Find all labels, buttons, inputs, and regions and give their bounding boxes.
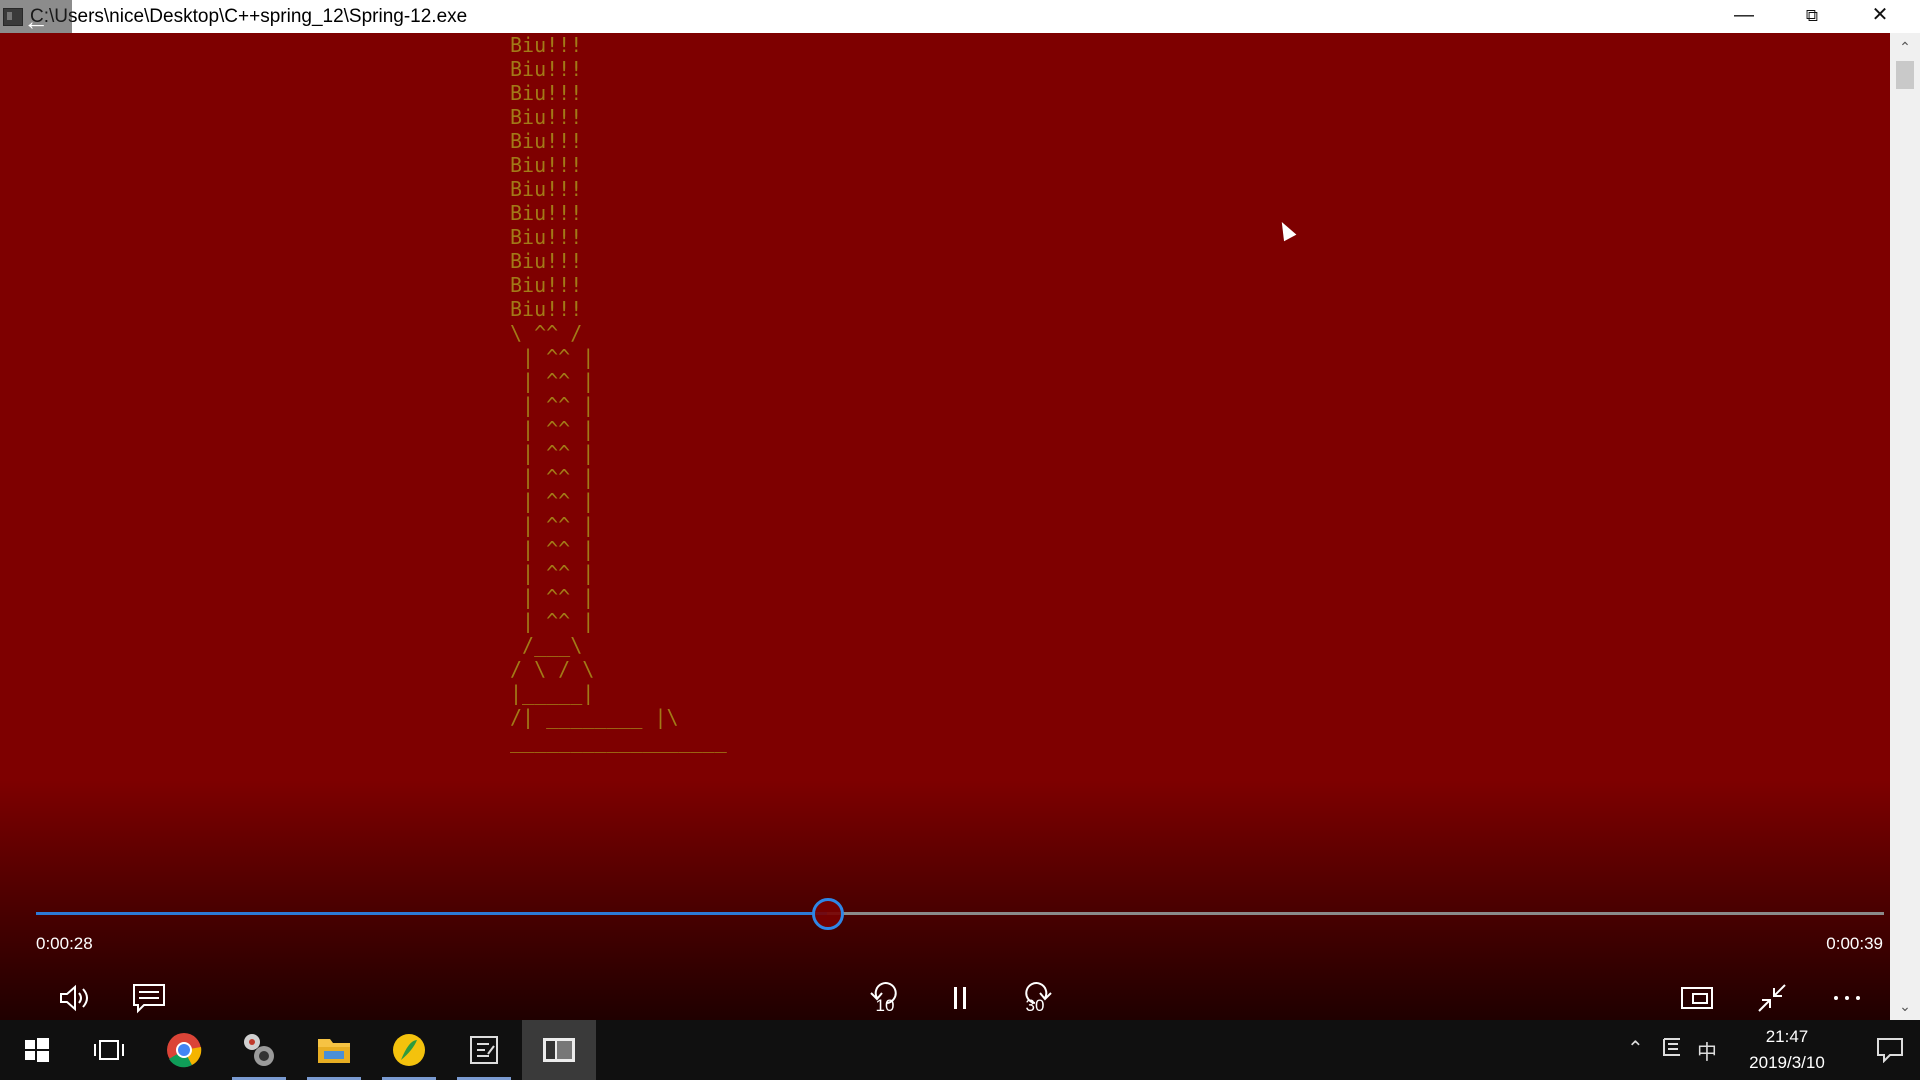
app-icon: [244, 1034, 274, 1066]
app-icon: [470, 1036, 498, 1064]
taskbar-chrome[interactable]: [147, 1020, 221, 1080]
windows-start-icon: [25, 1038, 49, 1062]
subtitles-icon: [133, 984, 165, 1014]
exit-fullscreen-icon: [1758, 984, 1786, 1012]
ime-language-button[interactable]: 中: [1697, 1036, 1717, 1065]
window-title: C:\Users\nice\Desktop\C++spring_12\Sprin…: [30, 6, 468, 27]
chrome-icon: [167, 1033, 202, 1068]
skip-back-button[interactable]: 10: [861, 975, 909, 1021]
elapsed-time: 0:00:28: [36, 934, 93, 953]
window-title-bar: C:\Users\nice\Desktop\C++spring_12\Sprin…: [0, 0, 1920, 34]
minimize-icon: —: [1734, 4, 1754, 26]
restore-icon: ⧉: [1805, 6, 1819, 25]
console-app-icon: [543, 1038, 575, 1062]
pause-icon: [954, 987, 966, 1009]
task-view-button[interactable]: [72, 1020, 146, 1080]
taskbar-app-1[interactable]: [222, 1020, 296, 1080]
close-icon: ✕: [1871, 4, 1889, 26]
pause-button[interactable]: [936, 975, 984, 1021]
app-icon: [393, 1034, 425, 1066]
scroll-up-icon[interactable]: ⌃: [1890, 35, 1920, 59]
close-button[interactable]: ✕: [1846, 0, 1914, 33]
action-center-button[interactable]: [1862, 1020, 1918, 1080]
total-duration: 0:00:39: [1826, 934, 1883, 953]
task-view-icon: [94, 1040, 124, 1060]
taskbar-console-active[interactable]: [522, 1020, 596, 1080]
clock-date: 2019/3/10: [1749, 1053, 1825, 1072]
volume-button[interactable]: [50, 975, 98, 1021]
seek-bar[interactable]: [36, 898, 1884, 930]
keyboard-input-icon: [1663, 1038, 1680, 1056]
exit-fullscreen-button[interactable]: [1747, 975, 1795, 1021]
input-mode-button[interactable]: [1661, 1036, 1683, 1064]
skip-forward-seconds: 30: [1025, 996, 1045, 1015]
scroll-down-icon[interactable]: ⌄: [1890, 994, 1920, 1018]
more-options-icon: [1834, 996, 1860, 1000]
system-clock[interactable]: 21:47 2019/3/10: [1732, 1024, 1842, 1076]
vertical-scrollbar[interactable]: ⌃ ⌄: [1890, 33, 1920, 1020]
windows-taskbar: ⌃ 中 21:47 2019/3/10: [0, 1020, 1920, 1080]
taskbar-app-2[interactable]: [372, 1020, 446, 1080]
taskbar-app-3[interactable]: [447, 1020, 521, 1080]
notification-icon: [1877, 1038, 1903, 1064]
show-hidden-icons-button[interactable]: ⌃: [1627, 1036, 1644, 1061]
volume-icon: [60, 984, 88, 1012]
subtitles-button[interactable]: [124, 975, 172, 1021]
taskbar-file-explorer[interactable]: [297, 1020, 371, 1080]
skip-forward-button[interactable]: 30: [1011, 975, 1059, 1021]
scroll-thumb[interactable]: [1896, 61, 1914, 89]
clock-time: 21:47: [1765, 1027, 1809, 1046]
start-button[interactable]: [0, 1020, 74, 1080]
more-options-button[interactable]: [1822, 975, 1870, 1021]
skip-back-seconds: 10: [875, 996, 895, 1015]
console-text: Biu!!! Biu!!! Biu!!! Biu!!! Biu!!! Biu!!…: [510, 33, 727, 753]
restore-button[interactable]: ⧉: [1778, 0, 1846, 33]
seek-handle[interactable]: [812, 898, 844, 930]
mini-view-button[interactable]: [1672, 975, 1720, 1021]
mini-view-icon: [1681, 987, 1713, 1009]
chevron-up-icon: ⌃: [1627, 1038, 1644, 1060]
back-arrow-icon: ←: [23, 6, 49, 36]
seek-bar-progress: [36, 912, 827, 915]
minimize-button[interactable]: —: [1710, 0, 1778, 33]
file-explorer-icon: [318, 1039, 350, 1063]
